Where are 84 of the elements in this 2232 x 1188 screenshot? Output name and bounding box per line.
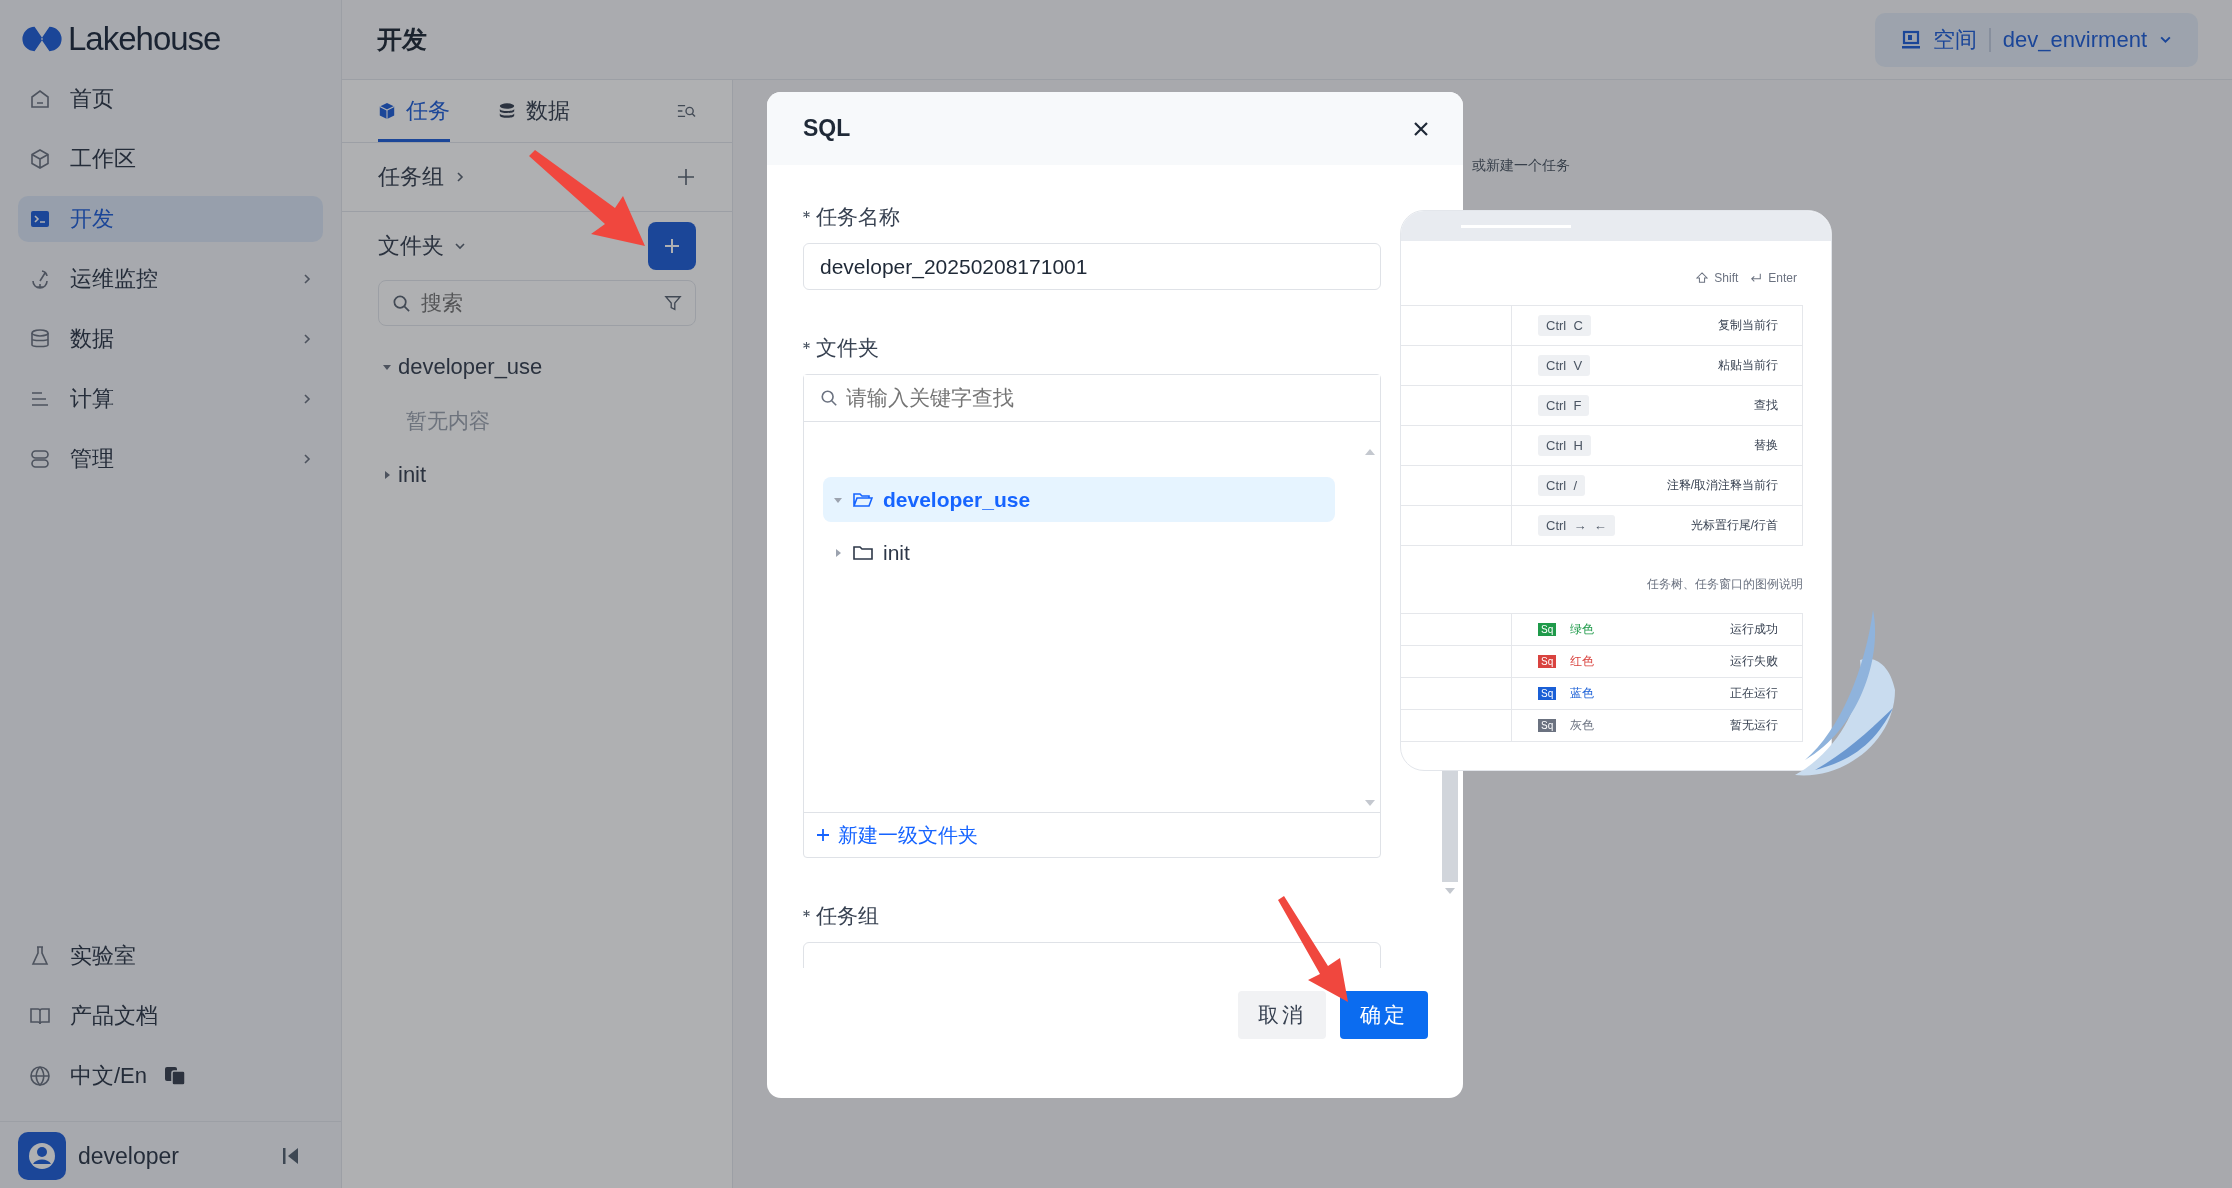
close-icon[interactable] (1413, 120, 1429, 137)
collapse-icon[interactable] (281, 1146, 301, 1166)
dialog-title: SQL (803, 115, 851, 142)
hint-text: 或新建一个任务 (1472, 157, 1570, 175)
text-field[interactable]: developer_20250208171001 (803, 243, 1381, 290)
space-selector[interactable]: 空间 dev_envirment (1874, 12, 2198, 67)
filter-icon[interactable] (664, 294, 682, 312)
file-type-badge: Sq (1538, 719, 1557, 732)
nav-item[interactable]: 开发 (18, 196, 323, 242)
add-icon[interactable] (676, 167, 696, 187)
folder-label[interactable]: 文件夹 (378, 231, 444, 261)
shift-icon (1696, 272, 1709, 284)
user-name: developer (78, 1142, 180, 1170)
status-description: 正在运行 (1730, 685, 1778, 702)
shortcut-description: 查找 (1754, 397, 1778, 414)
key-combo: Ctrl C (1538, 315, 1591, 336)
database-icon (498, 102, 516, 120)
shortcut-description: 注释/取消注释当前行 (1666, 477, 1778, 494)
file-type-badge: Sq (1538, 687, 1557, 700)
field-label-text: 任务名称 (816, 204, 900, 230)
enter-icon (1750, 272, 1763, 284)
color-name: 绿色 (1570, 621, 1595, 638)
tree-item[interactable]: init (382, 448, 732, 502)
field-label-text: 文件夹 (816, 335, 879, 361)
keyword-search-field[interactable]: 请输入关键字查找 (804, 375, 1380, 422)
shortcut-description: 替换 (1754, 437, 1778, 454)
status-description: 暂无运行 (1730, 717, 1778, 734)
tab[interactable]: 任务 (378, 80, 450, 142)
plus-icon (662, 236, 682, 256)
nav-item[interactable]: 产品文档 (18, 993, 323, 1039)
key-combo: Ctrl → ← (1538, 515, 1615, 536)
home-icon (28, 87, 52, 111)
shortcut-description: 光标置行尾/行首 (1690, 517, 1778, 534)
add-folder-button[interactable] (648, 222, 696, 270)
key-label: Shift (1714, 271, 1739, 285)
status-description: 运行成功 (1730, 621, 1778, 638)
nav-item[interactable]: 数据 (18, 316, 323, 362)
nav-item[interactable]: 运维监控 (18, 256, 323, 302)
file-type-badge: Sq (1538, 655, 1557, 668)
file-type-badge: Sq (1538, 623, 1557, 636)
avatar-icon (18, 1132, 66, 1180)
chevron-down-icon (454, 240, 466, 252)
logo-icon (20, 25, 64, 53)
status-description: 运行失败 (1730, 653, 1778, 670)
nav-item[interactable]: 管理 (18, 436, 323, 482)
page-title: 开发 (377, 24, 427, 55)
folder-icon (853, 544, 873, 561)
shortcut-description: 复制当前行 (1718, 317, 1778, 334)
task-group-label[interactable]: 任务组 (378, 162, 444, 192)
cube-icon (378, 102, 396, 120)
globe-icon (28, 1064, 52, 1088)
folder-tree-item[interactable]: developer_use (823, 477, 1335, 522)
key-combo: Ctrl V (1538, 355, 1591, 376)
search-list-icon[interactable] (676, 102, 696, 120)
color-name: 灰色 (1570, 717, 1595, 734)
nav-item[interactable]: 实验室 (18, 933, 323, 979)
color-name: 红色 (1570, 653, 1595, 670)
server-icon (28, 447, 52, 471)
cancel-button[interactable]: 取消 (1238, 991, 1326, 1039)
key-combo: Ctrl / (1538, 475, 1586, 496)
cube-icon (28, 147, 52, 171)
empty-text: 暂无内容 (405, 408, 490, 434)
nav-item[interactable]: 计算 (18, 376, 323, 422)
legend-title: 任务树、任务窗口的图例说明 (1647, 576, 1803, 593)
key-combo: Ctrl F (1538, 395, 1590, 416)
plus-icon (816, 828, 830, 842)
tree-item[interactable]: developer_use (382, 340, 732, 394)
tab[interactable]: 数据 (498, 80, 570, 142)
color-name: 蓝色 (1570, 685, 1595, 702)
confirm-button[interactable]: 确定 (1340, 991, 1428, 1039)
logo-text: Lakehouse (68, 20, 221, 58)
key-combo: Ctrl H (1538, 435, 1591, 456)
translate-icon (165, 1067, 186, 1085)
search-field[interactable]: 搜索 (378, 280, 696, 326)
folder-tree-item[interactable]: init (823, 530, 1335, 575)
folder-open-icon (853, 491, 873, 508)
new-folder-link[interactable]: 新建一级文件夹 (804, 812, 1380, 857)
nav-item[interactable]: 首页 (18, 76, 323, 122)
shortcut-description: 粘贴当前行 (1718, 357, 1778, 374)
nav-item[interactable]: 工作区 (18, 136, 323, 182)
chevron-right-icon (454, 171, 466, 183)
field-label-text: 任务组 (816, 903, 879, 929)
nav-item[interactable]: 中文/En (18, 1053, 323, 1099)
key-label: Enter (1768, 271, 1797, 285)
